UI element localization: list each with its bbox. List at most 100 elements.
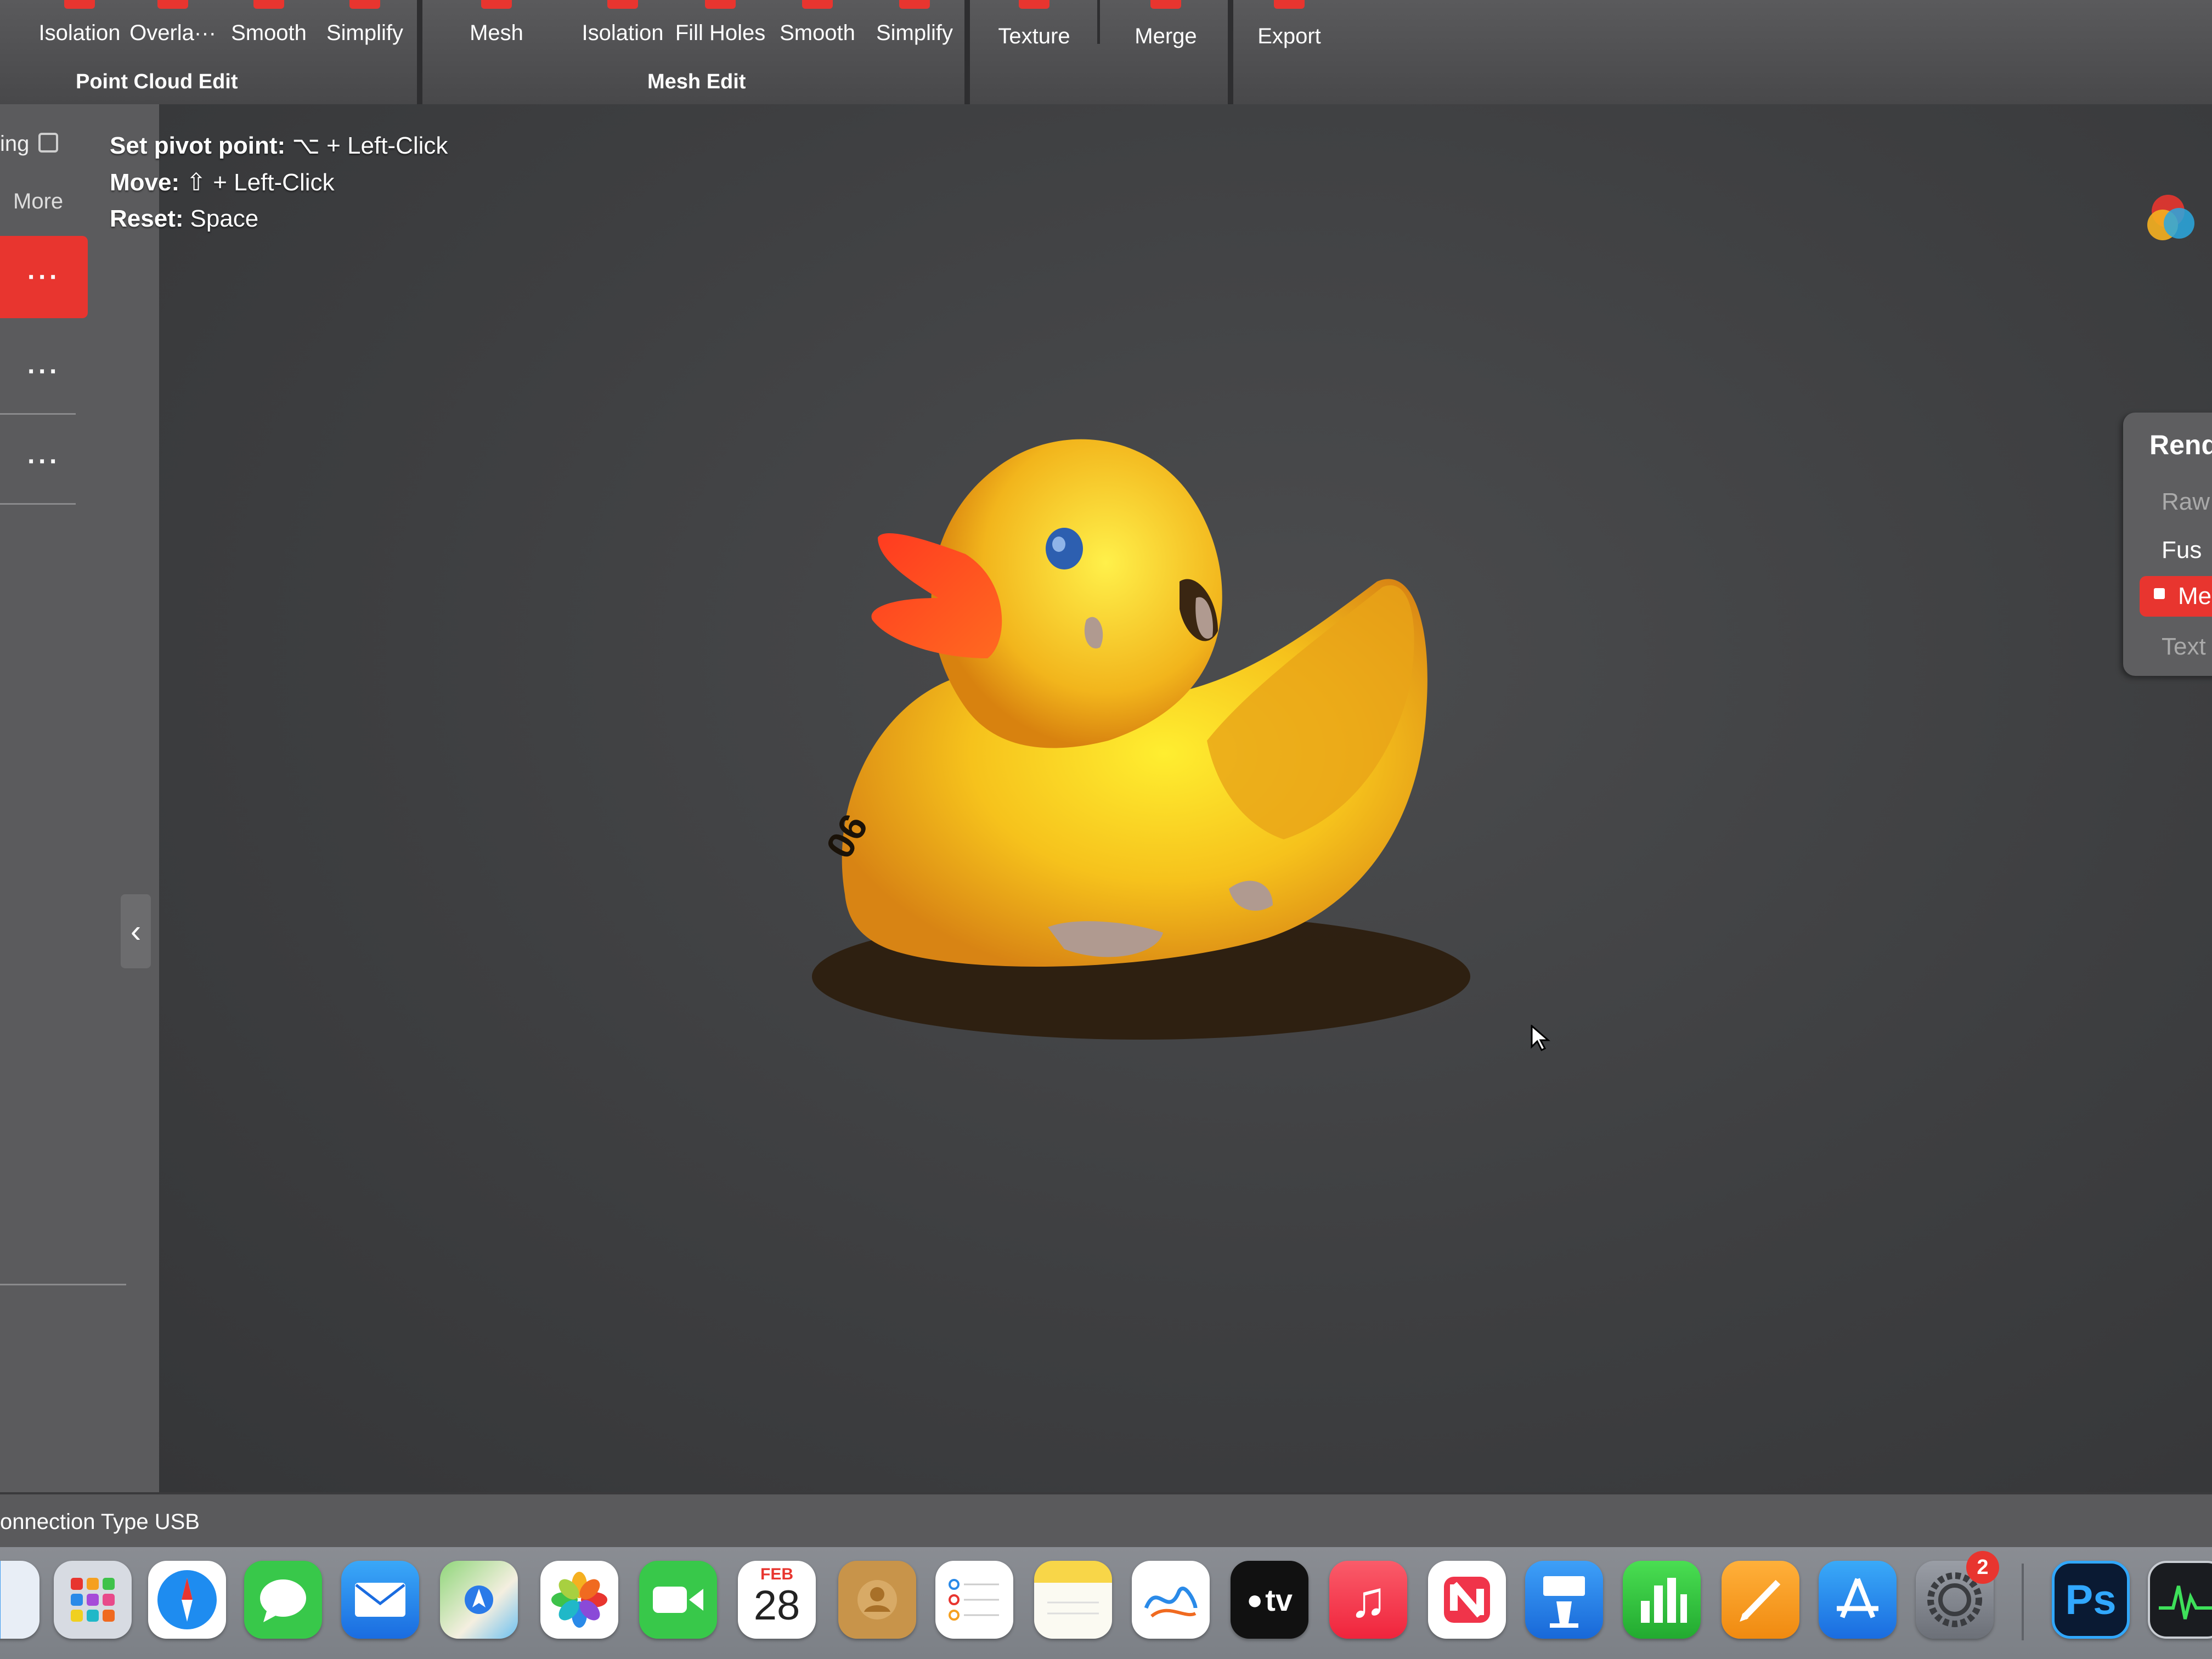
- freeform-icon[interactable]: [1132, 1561, 1210, 1639]
- overlap-icon: [157, 0, 188, 9]
- move-hint: Move: ⇧ + Left-Click: [110, 169, 335, 196]
- pivot-hint: Set pivot point: ⌥ + Left-Click: [110, 132, 448, 159]
- reset-hint: Reset: Space: [110, 205, 259, 232]
- fill-holes-button[interactable]: Fill Holes: [674, 0, 767, 55]
- pages-icon[interactable]: [1722, 1561, 1799, 1639]
- toolbar-divider-thin: [1097, 0, 1100, 44]
- launchpad-icon[interactable]: [54, 1561, 132, 1639]
- more-link[interactable]: More: [13, 189, 63, 214]
- compass: [157, 1570, 217, 1629]
- launchpad-grid: [71, 1578, 115, 1622]
- finder-icon[interactable]: [0, 1561, 40, 1639]
- keynote-icon[interactable]: [1525, 1561, 1603, 1639]
- app-store-a: [1837, 1578, 1878, 1618]
- pulse-graph: [2159, 1585, 2212, 1620]
- appstore-icon[interactable]: [1819, 1561, 1897, 1639]
- render-panel-title: Rend: [2149, 430, 2212, 460]
- reminders-icon[interactable]: [935, 1561, 1013, 1639]
- bar-chart-glyph: [1641, 1578, 1687, 1623]
- sidebar-divider: [0, 503, 76, 505]
- calendar-month: FEB: [760, 1565, 793, 1583]
- duck-eye: [1046, 528, 1083, 569]
- photos-flower: [551, 1572, 607, 1628]
- person-silhouette: [857, 1580, 897, 1620]
- sidebar-divider: [0, 413, 76, 415]
- system-settings-icon[interactable]: 2: [1916, 1551, 1999, 1639]
- photoshop-label: Ps: [2065, 1576, 2117, 1623]
- mesh-smooth-button[interactable]: Smooth: [771, 0, 864, 55]
- selected-indicator-icon: [2154, 588, 2165, 599]
- music-icon[interactable]: ♫: [1329, 1561, 1407, 1639]
- mesh-isolation-button[interactable]: Isolation: [576, 0, 669, 55]
- left-panel: ing More ··· ··· ··· ‹: [0, 104, 159, 1492]
- render-option-mesh[interactable]: Mes: [2140, 576, 2212, 617]
- video-camera: [653, 1587, 703, 1613]
- notification-badge: 2: [1966, 1551, 1999, 1584]
- appletv-icon[interactable]: ● tv: [1231, 1561, 1308, 1639]
- apple-logo-icon: ●: [1246, 1584, 1263, 1615]
- more-options-button[interactable]: ···: [0, 330, 88, 413]
- smooth-icon: [253, 0, 284, 9]
- render-option-fused[interactable]: Fus: [2162, 537, 2202, 564]
- mouse-cursor-icon: [1531, 1025, 1550, 1052]
- music-note-icon: ♫: [1349, 1571, 1387, 1628]
- status-bar: onnection Type USB: [0, 1492, 2212, 1549]
- photos-icon[interactable]: [540, 1561, 618, 1639]
- texture-button[interactable]: Texture: [988, 0, 1081, 55]
- podium: [1543, 1576, 1585, 1628]
- merge-button[interactable]: Merge: [1119, 0, 1212, 55]
- pc-smooth-button[interactable]: Smooth: [222, 0, 315, 55]
- toolbar-divider: [964, 0, 970, 104]
- simplify-icon: [899, 0, 930, 9]
- note-lines: [1047, 1601, 1099, 1615]
- point-cloud-edit-label: Point Cloud Edit: [76, 70, 238, 93]
- simplify-icon: [349, 0, 380, 9]
- point-cloud-edit-group: Isolation Overla··· Smooth Simplify Poin…: [0, 0, 417, 104]
- toolbar-divider: [1228, 0, 1233, 104]
- chevron-left-icon: ‹: [130, 913, 142, 949]
- mail-icon[interactable]: [341, 1561, 419, 1639]
- contacts-icon[interactable]: [838, 1561, 916, 1639]
- app-logo-icon: [2147, 195, 2194, 240]
- checkbox-icon[interactable]: [38, 133, 58, 153]
- tv-label: tv: [1265, 1582, 1293, 1617]
- notes-icon[interactable]: [1034, 1561, 1112, 1639]
- safari-icon[interactable]: [148, 1561, 226, 1639]
- sidebar-divider: [0, 1284, 126, 1285]
- mesh-simplify-button[interactable]: Simplify: [868, 0, 961, 55]
- toolbar: Isolation Overla··· Smooth Simplify Poin…: [0, 0, 2212, 106]
- export-button[interactable]: Export: [1243, 0, 1336, 55]
- maps-icon[interactable]: [440, 1561, 518, 1639]
- pc-overlap-button[interactable]: Overla···: [126, 0, 219, 55]
- mesh-button[interactable]: Mesh: [450, 0, 543, 55]
- smooth-icon: [802, 0, 833, 9]
- photoshop-icon[interactable]: Ps: [2052, 1561, 2130, 1639]
- pen-nib: [1740, 1579, 1781, 1622]
- 3d-viewport[interactable]: Set pivot point: ⌥ + Left-Click Move: ⇧ + …: [110, 104, 2212, 1492]
- news-icon[interactable]: [1428, 1561, 1506, 1639]
- calendar-day: 28: [753, 1582, 800, 1629]
- messages-icon[interactable]: [244, 1561, 322, 1639]
- scribble: [1144, 1587, 1198, 1618]
- connection-status: onnection Type USB: [0, 1510, 200, 1534]
- more-options-button[interactable]: ···: [0, 236, 88, 318]
- envelope: [355, 1583, 405, 1617]
- pc-simplify-button[interactable]: Simplify: [318, 0, 411, 55]
- fill-holes-icon: [705, 0, 736, 9]
- numbers-icon[interactable]: [1623, 1561, 1701, 1639]
- facetime-icon[interactable]: [639, 1561, 717, 1639]
- collapse-panel-button[interactable]: ‹: [121, 894, 151, 968]
- export-icon: [1274, 0, 1305, 9]
- render-option-raw[interactable]: Raw: [2162, 488, 2210, 516]
- duck-eye-highlight: [1052, 537, 1065, 552]
- mesh-icon: [481, 0, 512, 9]
- duck-model[interactable]: 06: [801, 400, 1734, 1333]
- more-options-button[interactable]: ···: [0, 420, 88, 503]
- calendar-icon[interactable]: FEB 28: [738, 1561, 816, 1639]
- pc-isolation-button[interactable]: Isolation: [33, 0, 126, 55]
- toolbar-divider: [417, 0, 422, 104]
- merge-icon: [1150, 0, 1181, 9]
- render-option-texture[interactable]: Text: [2162, 633, 2206, 661]
- isolation-icon: [64, 0, 95, 9]
- activity-monitor-icon[interactable]: [2148, 1561, 2212, 1639]
